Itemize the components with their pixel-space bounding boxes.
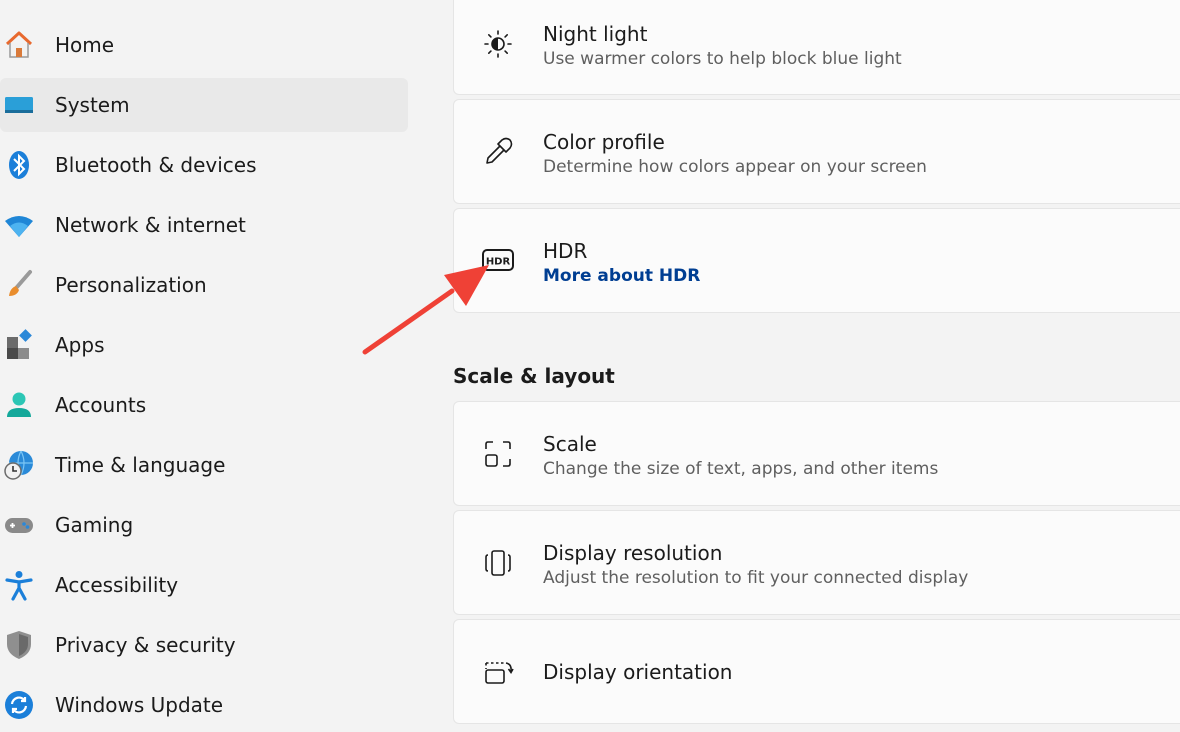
card-title: HDR <box>543 239 588 263</box>
sidebar-item-apps[interactable]: Apps <box>0 318 408 372</box>
sidebar-item-accounts[interactable]: Accounts <box>0 378 408 432</box>
gamepad-icon <box>2 508 36 542</box>
person-icon <box>2 388 36 422</box>
wifi-icon <box>2 208 36 242</box>
night-light-card[interactable]: Night light Use warmer colors to help bl… <box>453 0 1180 95</box>
card-title: Display resolution <box>543 541 723 565</box>
sidebar-item-label: Time & language <box>55 453 226 477</box>
sidebar-item-label: Accessibility <box>55 573 179 597</box>
sidebar-item-windows-update[interactable]: Windows Update <box>0 678 408 732</box>
card-subtitle: Determine how colors appear on your scre… <box>543 157 927 177</box>
card-title: Scale <box>543 432 597 456</box>
card-subtitle: Use warmer colors to help block blue lig… <box>543 49 902 69</box>
sidebar-item-label: Apps <box>55 333 105 357</box>
sidebar-item-network[interactable]: Network & internet <box>0 198 408 252</box>
svg-text:HDR: HDR <box>486 257 511 268</box>
home-icon <box>2 28 36 62</box>
sidebar-item-accessibility[interactable]: Accessibility <box>0 558 408 612</box>
globe-clock-icon <box>2 448 36 482</box>
card-subtitle: Adjust the resolution to fit your connec… <box>543 568 969 588</box>
system-icon <box>2 88 36 122</box>
card-subtitle: Change the size of text, apps, and other… <box>543 459 939 479</box>
sidebar-item-bluetooth[interactable]: Bluetooth & devices <box>0 138 408 192</box>
display-resolution-card[interactable]: Display resolution Adjust the resolution… <box>453 510 1180 615</box>
resolution-icon <box>480 545 516 581</box>
eyedropper-icon <box>480 134 516 170</box>
sidebar-item-label: Network & internet <box>55 213 246 237</box>
card-title: Color profile <box>543 130 665 154</box>
sidebar-item-system[interactable]: System <box>0 78 408 132</box>
sidebar-item-label: Privacy & security <box>55 633 236 657</box>
display-orientation-card[interactable]: Display orientation <box>453 619 1180 724</box>
sidebar-item-time-language[interactable]: Time & language <box>0 438 408 492</box>
sidebar-item-label: Gaming <box>55 513 134 537</box>
bluetooth-icon <box>2 148 36 182</box>
more-about-hdr-link[interactable]: More about HDR <box>543 266 700 286</box>
sidebar-item-label: System <box>55 93 130 117</box>
apps-icon <box>2 328 36 362</box>
sidebar-item-privacy-security[interactable]: Privacy & security <box>0 618 408 672</box>
scale-card[interactable]: Scale Change the size of text, apps, and… <box>453 401 1180 506</box>
shield-icon <box>2 628 36 662</box>
hdr-card[interactable]: HDR HDR More about HDR <box>453 208 1180 313</box>
sidebar-item-personalization[interactable]: Personalization <box>0 258 408 312</box>
sidebar-item-label: Accounts <box>55 393 147 417</box>
sidebar-item-label: Windows Update <box>55 693 224 717</box>
color-profile-card[interactable]: Color profile Determine how colors appea… <box>453 99 1180 204</box>
section-header-scale-layout: Scale & layout <box>453 364 615 388</box>
night-light-icon <box>480 26 516 62</box>
update-icon <box>2 688 36 722</box>
card-title: Display orientation <box>543 660 733 684</box>
orientation-icon <box>480 654 516 690</box>
sidebar-item-home[interactable]: Home <box>0 18 408 72</box>
hdr-icon: HDR <box>480 242 516 278</box>
sidebar-item-label: Bluetooth & devices <box>55 153 257 177</box>
sidebar-item-label: Home <box>55 33 115 57</box>
card-title: Night light <box>543 22 648 46</box>
sidebar-nav: Home System Bluetooth & devices Network … <box>0 0 420 719</box>
sidebar-item-gaming[interactable]: Gaming <box>0 498 408 552</box>
brush-icon <box>2 268 36 302</box>
sidebar-item-label: Personalization <box>55 273 207 297</box>
scale-icon <box>480 436 516 472</box>
accessibility-icon <box>2 568 36 602</box>
settings-content: Night light Use warmer colors to help bl… <box>453 0 1180 724</box>
